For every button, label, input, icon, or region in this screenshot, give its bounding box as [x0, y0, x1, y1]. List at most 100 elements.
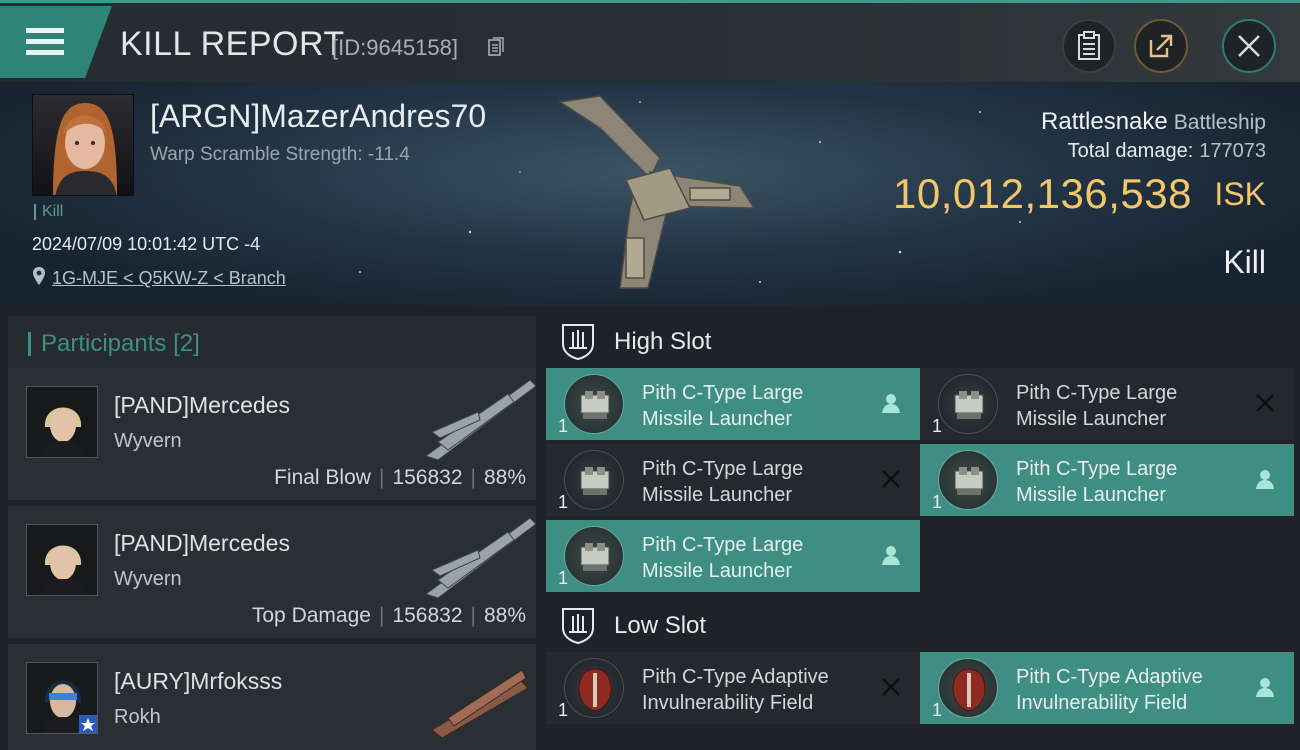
low-slot-header: Low Slot: [546, 596, 1296, 652]
participant-name[interactable]: [PAND]Mercedes: [114, 392, 290, 419]
module-quantity: 1: [932, 416, 943, 436]
module-item[interactable]: 1 Pith C-Type Large Missile Launcher: [546, 368, 920, 440]
fitting-panel[interactable]: High Slot 1 Pith C-Type Large Missile Lau…: [540, 306, 1300, 750]
module-name: Pith C-Type Large Missile Launcher: [1016, 380, 1246, 432]
hamburger-icon: [26, 28, 64, 58]
high-slot-header: High Slot: [546, 312, 1296, 368]
participant-avatar[interactable]: [26, 524, 98, 596]
participant-stats: Top Damage | 156832 | 88%: [251, 604, 526, 627]
total-damage-value: 177073: [1199, 140, 1266, 162]
kill-type: Kill: [1223, 244, 1266, 280]
participants-title: Participants [2]: [28, 332, 200, 356]
module-name: Pith C-Type Large Missile Launcher: [642, 456, 872, 508]
copy-icon[interactable]: [488, 37, 504, 57]
kill-location[interactable]: 1G-MJE < Q5KW-Z < Branch: [32, 266, 286, 289]
participant-ship: Wyvern: [114, 430, 182, 452]
module-quantity: 1: [558, 700, 569, 720]
module-quantity: 1: [932, 492, 943, 512]
ship-class: Battleship: [1173, 111, 1266, 134]
module-item[interactable]: 1 Pith C-Type Adaptive Invulnerability Fi…: [546, 652, 920, 724]
clipboard-button[interactable]: [1062, 19, 1116, 73]
destroyed-x-icon: [882, 678, 900, 696]
participants-header: Participants [2]: [8, 316, 536, 368]
participant-damage: 156832: [392, 466, 463, 489]
destroyed-x-icon: [882, 470, 900, 488]
module-quantity: 1: [558, 568, 569, 588]
shield-module-icon: [564, 658, 624, 718]
participant-percent: 88%: [483, 604, 526, 627]
ship-name: Rattlesnake: [1041, 108, 1168, 135]
module-name-line2: Invulnerability Field: [642, 692, 814, 714]
module-name-line2: Missile Launcher: [642, 560, 793, 582]
participant-avatar[interactable]: [26, 662, 98, 734]
kill-summary-banner: [ARGN]MazerAndres70 Warp Scramble Streng…: [0, 82, 1300, 306]
participant-ship-image: [431, 669, 529, 738]
total-damage: Total damage: 177073: [1068, 140, 1266, 163]
isk-unit: ISK: [1214, 176, 1266, 212]
participants-count: [2]: [173, 330, 200, 357]
module-name-line1: Pith C-Type Large: [642, 382, 804, 404]
participant-ship: Wyvern: [114, 568, 182, 590]
module-name-line2: Missile Launcher: [1016, 408, 1167, 430]
module-name: Pith C-Type Adaptive Invulnerability Fiel…: [642, 664, 872, 716]
module-name-line1: Pith C-Type Large: [1016, 382, 1178, 404]
missile-launcher-icon: [938, 374, 998, 434]
participant-row[interactable]: [PAND]Mercedes Wyvern Final Blow | 156832 |…: [8, 368, 537, 502]
module-quantity: 1: [558, 492, 569, 512]
module-quantity: 1: [558, 416, 569, 436]
module-item[interactable]: 1 Pith C-Type Large Missile Launcher: [546, 444, 920, 516]
module-name: Pith C-Type Large Missile Launcher: [642, 380, 872, 432]
module-name-line1: Pith C-Type Large: [642, 534, 804, 556]
share-button[interactable]: [1134, 19, 1188, 73]
isk-value: 10,012,136,538: [893, 170, 1192, 217]
module-name-line2: Missile Launcher: [1016, 484, 1167, 506]
missile-launcher-icon: [564, 374, 624, 434]
module-name-line1: Pith C-Type Large: [642, 458, 804, 480]
high-slot-label: High Slot: [614, 328, 712, 355]
participant-name[interactable]: [AURY]Mrfoksss: [114, 668, 282, 695]
participants-panel[interactable]: Participants [2] [PAND]Mercedes Wyvern F…: [0, 306, 540, 750]
module-item[interactable]: 1 Pith C-Type Large Missile Launcher: [920, 444, 1294, 516]
module-item[interactable]: 1 Pith C-Type Adaptive Invulnerability Fi…: [920, 652, 1294, 724]
victim-ship[interactable]: Rattlesnake Battleship: [1041, 108, 1266, 136]
participant-row[interactable]: [AURY]Mrfoksss Rokh: [8, 644, 536, 750]
module-name-line1: Pith C-Type Large: [1016, 458, 1178, 480]
participants-label: Participants: [41, 330, 167, 357]
victim-name[interactable]: [ARGN]MazerAndres70: [150, 98, 486, 135]
module-item[interactable]: 1 Pith C-Type Large Missile Launcher: [546, 520, 920, 592]
participant-row[interactable]: [PAND]Mercedes Wyvern Top Damage | 156832 |…: [8, 506, 537, 640]
victim-ship-image[interactable]: [540, 88, 770, 298]
module-name-line1: Pith C-Type Adaptive: [642, 666, 829, 688]
participant-percent: 88%: [483, 466, 526, 489]
participant-avatar[interactable]: [26, 386, 98, 458]
missile-launcher-icon: [564, 526, 624, 586]
module-name: Pith C-Type Adaptive Invulnerability Fiel…: [1016, 664, 1246, 716]
participant-stats: Final Blow | 156832 | 88%: [274, 466, 526, 489]
participant-role: Top Damage: [251, 604, 371, 627]
low-slot-icon: [562, 608, 594, 644]
participant-role: Final Blow: [274, 466, 371, 489]
destroyed-x-icon: [1256, 394, 1274, 412]
close-icon: [1238, 35, 1260, 57]
total-damage-label: Total damage:: [1067, 140, 1194, 162]
participant-ship: Rokh: [114, 706, 161, 728]
warp-scramble-strength: Warp Scramble Strength: -11.4: [150, 144, 410, 165]
participant-name[interactable]: [PAND]Mercedes: [114, 530, 290, 557]
module-quantity: 1: [932, 700, 943, 720]
kill-id: [ID:9645158]: [332, 35, 458, 60]
module-name: Pith C-Type Large Missile Launcher: [642, 532, 872, 584]
victim-portrait[interactable]: [32, 94, 134, 196]
location-link[interactable]: 1G-MJE < Q5KW-Z < Branch: [52, 268, 286, 288]
high-slot-icon: [562, 324, 594, 360]
close-button[interactable]: [1222, 19, 1276, 73]
victim-avatar: [53, 103, 117, 195]
clipboard-icon: [1078, 31, 1100, 60]
kill-timestamp: 2024/07/09 10:01:42 UTC -4: [32, 234, 261, 254]
kill-tag: Kill: [34, 204, 63, 220]
participant-ship-image: [424, 379, 537, 461]
menu-button[interactable]: [0, 6, 112, 78]
module-item[interactable]: 1 Pith C-Type Large Missile Launcher: [920, 368, 1294, 440]
missile-launcher-icon: [564, 450, 624, 510]
survived-person-icon: [882, 394, 900, 413]
missile-launcher-icon: [938, 450, 998, 510]
